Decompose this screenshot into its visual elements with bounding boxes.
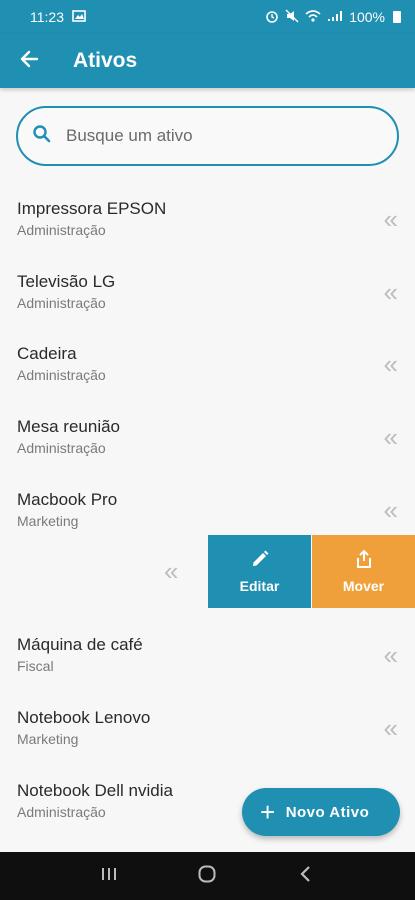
mute-icon <box>285 9 299 26</box>
status-bar: 11:23 100% <box>0 0 415 34</box>
wifi-icon <box>305 9 321 25</box>
double-chevron-left-icon[interactable]: « <box>384 351 399 377</box>
battery-label: 100% <box>349 9 385 25</box>
pencil-icon <box>250 549 270 578</box>
asset-name: Máquina de café <box>17 635 143 655</box>
list-item[interactable]: Máquina de café Fiscal « <box>0 608 415 681</box>
status-time: 11:23 <box>30 9 64 25</box>
edit-label: Editar <box>239 578 280 595</box>
double-chevron-left-icon[interactable]: « <box>384 424 399 450</box>
list-item[interactable]: Cadeira Administração « <box>0 317 415 390</box>
asset-name: Cadeira <box>17 344 77 364</box>
system-back-button[interactable] <box>282 852 330 900</box>
asset-name: Notebook Dell nvidia <box>17 780 173 800</box>
list-item[interactable]: Macbook Pro Marketing « <box>0 463 415 536</box>
asset-name: Televisão LG <box>17 271 116 291</box>
move-button[interactable]: Mover <box>312 535 415 609</box>
new-asset-label: Novo Ativo <box>285 803 370 821</box>
asset-name: Impressora EPSON <box>17 199 167 218</box>
alarm-icon <box>265 9 279 26</box>
list-item[interactable]: Mesa reunião Administração « <box>0 390 415 463</box>
list-item[interactable]: Televisão LG Administração « <box>0 245 415 318</box>
page-title: Ativos <box>73 49 138 72</box>
edit-button[interactable]: Editar <box>208 535 311 609</box>
double-chevron-left-icon[interactable]: « <box>384 642 399 668</box>
list-item[interactable]: Impressora EPSON Administração « <box>0 172 415 245</box>
plus-icon: + <box>260 797 276 827</box>
app-bar: Ativos <box>0 34 415 88</box>
double-chevron-left-icon[interactable]: « <box>384 497 399 523</box>
home-icon <box>197 864 217 889</box>
double-chevron-left-icon[interactable]: « <box>384 715 399 741</box>
share-icon <box>354 549 374 578</box>
move-label: Mover <box>342 578 385 595</box>
back-button[interactable] <box>0 34 58 88</box>
asset-department: Marketing <box>17 730 79 747</box>
asset-department: Administração <box>17 222 106 238</box>
asset-name: Macbook Pro <box>17 489 118 509</box>
swiped-list-item[interactable]: « Editar Mover <box>0 535 415 609</box>
asset-department: Fiscal <box>17 658 54 675</box>
recent-apps-button[interactable] <box>85 852 133 900</box>
asset-department: Administração <box>17 803 106 820</box>
chevron-left-icon <box>299 865 313 888</box>
battery-icon <box>393 11 401 23</box>
asset-department: Administração <box>17 440 106 457</box>
system-nav-bar <box>0 852 415 900</box>
list-item[interactable]: Notebook Lenovo Marketing « <box>0 681 415 754</box>
home-button[interactable] <box>183 852 231 900</box>
arrow-left-icon <box>19 49 39 74</box>
asset-name: Notebook Lenovo <box>17 707 151 727</box>
signal-icon <box>327 9 343 25</box>
double-chevron-left-icon[interactable]: « <box>384 206 399 232</box>
asset-department: Administração <box>17 367 106 384</box>
asset-list: Impressora EPSON Administração « Televis… <box>0 172 415 826</box>
search-input[interactable] <box>66 126 366 146</box>
asset-name: Mesa reunião <box>17 417 121 437</box>
asset-department: Marketing <box>17 512 79 529</box>
double-chevron-left-icon[interactable]: « <box>384 279 399 305</box>
search-icon <box>32 124 52 149</box>
search-box[interactable] <box>16 106 399 166</box>
gallery-notification-icon <box>72 9 86 25</box>
new-asset-button[interactable]: + Novo Ativo <box>242 788 400 836</box>
asset-department: Administração <box>17 294 106 311</box>
double-chevron-left-icon[interactable]: « <box>164 558 179 584</box>
recent-apps-icon <box>100 866 118 887</box>
